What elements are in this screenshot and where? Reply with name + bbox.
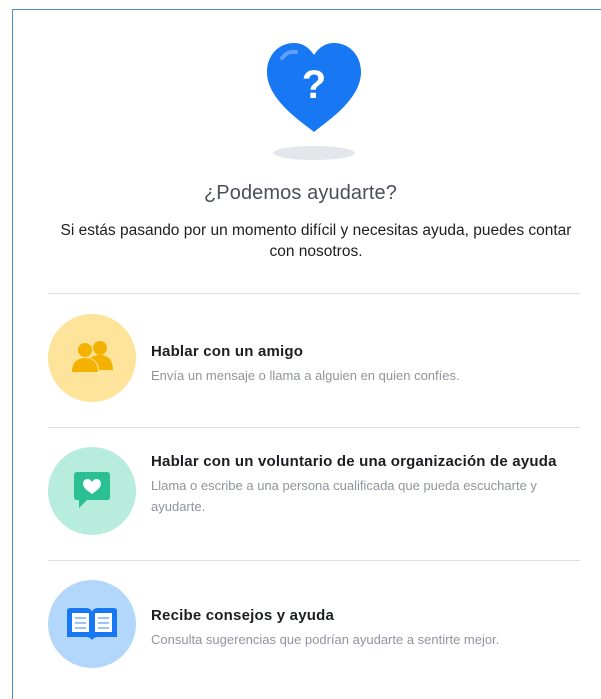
option-talk-to-friend[interactable]: Hablar con un amigo Envía un mensaje o l… — [48, 312, 588, 408]
option-title: Recibe consejos y ayuda — [151, 607, 335, 624]
page-title: ¿Podemos ayudarte? — [203, 182, 398, 204]
divider — [48, 560, 580, 561]
chat-heart-icon — [48, 447, 136, 535]
divider — [48, 427, 580, 428]
svg-text:?: ? — [302, 63, 326, 107]
option-description: Consulta sugerencias que podrían ayudart… — [151, 632, 500, 647]
option-description: Envía un mensaje o llama a alguien en qu… — [151, 368, 460, 383]
open-book-icon — [48, 580, 136, 668]
option-talk-to-volunteer[interactable]: Hablar con un voluntario de una organiza… — [48, 446, 588, 542]
page-subtitle: Si estás pasando por un momento difícil … — [60, 222, 572, 260]
divider — [48, 293, 580, 294]
option-description: Llama o escribe a una persona cualificad… — [151, 478, 537, 514]
option-tips-and-help[interactable]: Recibe consejos y ayuda Consulta sugeren… — [48, 578, 588, 674]
option-title: Hablar con un amigo — [151, 343, 304, 360]
option-title: Hablar con un voluntario de una organiza… — [151, 453, 557, 470]
two-people-icon — [48, 314, 136, 402]
heart-question-icon: ? — [262, 40, 366, 160]
